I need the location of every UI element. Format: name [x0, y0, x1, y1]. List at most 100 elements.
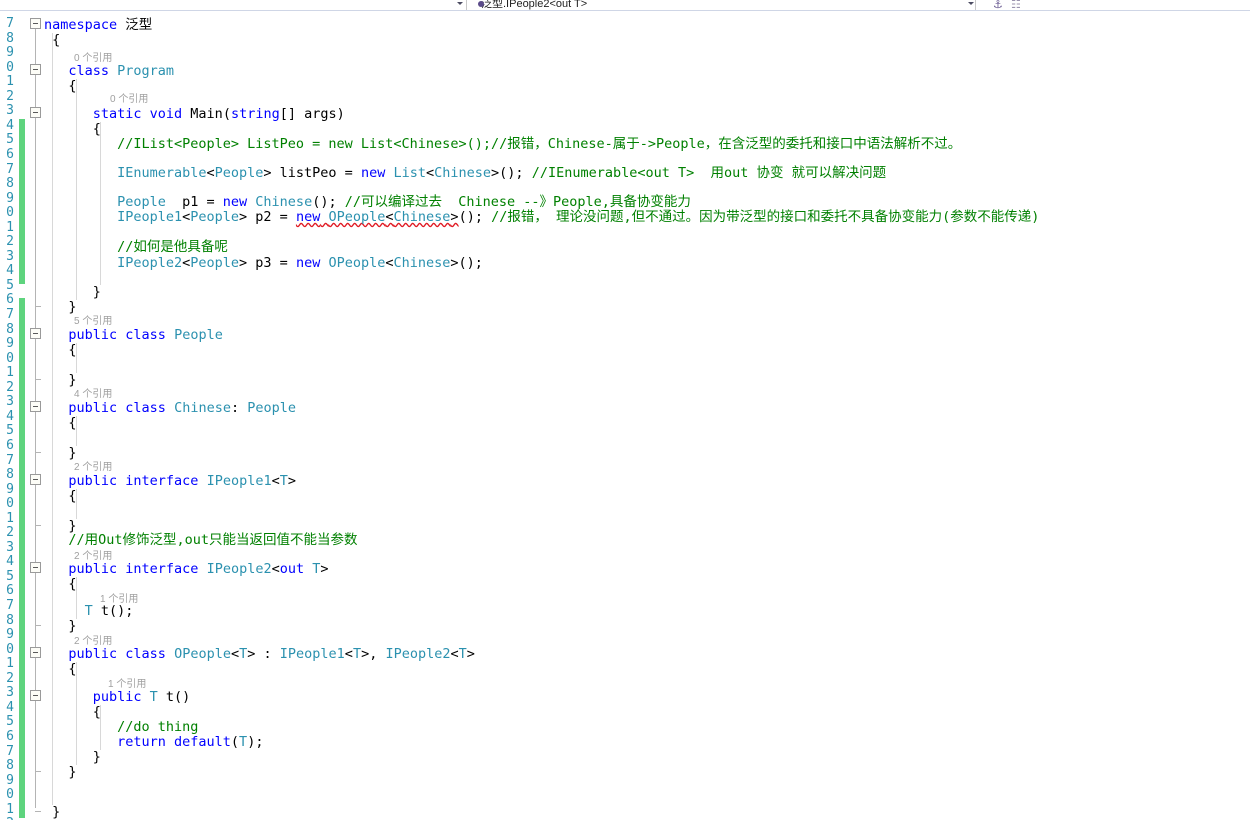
code-line[interactable]: } — [68, 446, 76, 461]
code-token: new — [295, 255, 321, 271]
collapse-minus-icon[interactable] — [30, 328, 41, 339]
code-editor[interactable]: 7890123456789012345678901234567890123456… — [0, 11, 1250, 820]
code-line[interactable]: } — [93, 750, 101, 765]
outlining-end-tick — [35, 379, 41, 380]
code-line[interactable]: //用Out修饰泛型,out只能当返回值不能当参数 — [68, 533, 357, 548]
line-number: 4 — [6, 554, 14, 570]
code-token: IPeople2 — [385, 646, 451, 662]
collapse-minus-icon[interactable] — [30, 64, 41, 75]
line-number: 0 — [6, 205, 14, 221]
line-number: 7 — [6, 598, 14, 613]
line-number: 9 — [6, 45, 14, 61]
line-number: 2 — [6, 525, 14, 541]
code-token: Chinese — [255, 194, 313, 210]
indent-guide-line — [76, 416, 77, 446]
collapse-minus-icon[interactable] — [30, 562, 41, 573]
code-line[interactable]: } — [52, 805, 60, 820]
type-scope-dropdown[interactable]: 泛型.IPeople2<out T> — [466, 0, 976, 10]
line-number: 6 — [6, 437, 14, 453]
code-line[interactable]: T t(); — [85, 604, 134, 619]
code-token: //IEnumerable<out T> 用out 协变 就可以解决问题 — [531, 165, 887, 181]
line-number: 9 — [6, 772, 14, 788]
code-line[interactable]: //do thing — [117, 720, 198, 735]
chevron-down-icon[interactable] — [457, 2, 463, 5]
code-line[interactable]: IPeople1<People> p2 = new OPeople<Chines… — [117, 210, 1039, 225]
anchor-icon[interactable]: ⚓ — [993, 0, 1003, 10]
code-line[interactable]: } — [68, 765, 76, 780]
collapse-minus-icon[interactable] — [30, 107, 41, 118]
collapse-minus-icon[interactable] — [30, 690, 41, 701]
code-line[interactable]: People p1 = new Chinese(); //可以编译过去 Chin… — [117, 195, 691, 210]
line-number: 0 — [6, 641, 14, 657]
code-token: > p2 = — [239, 209, 296, 225]
outlining-column[interactable] — [28, 11, 44, 820]
member-scope-dropdown[interactable] — [990, 0, 1248, 10]
line-number: 9 — [6, 627, 14, 643]
code-token: out — [279, 561, 305, 577]
indent-guide-line — [100, 122, 101, 285]
code-token: Chinese — [393, 255, 451, 271]
line-number: 9 — [6, 190, 14, 206]
collapse-minus-icon[interactable] — [30, 401, 41, 412]
codelens-reference-count[interactable]: 0 个引用 — [110, 94, 148, 106]
chevron-down-icon[interactable] — [968, 2, 974, 5]
code-line[interactable]: public T t() — [93, 690, 191, 705]
code-token: default — [174, 734, 231, 750]
code-token: } — [68, 618, 77, 634]
code-line[interactable]: } — [68, 300, 76, 315]
code-token: //如何是他具备呢 — [117, 239, 228, 255]
code-token: People — [247, 400, 297, 416]
line-number: 6 — [6, 583, 14, 599]
code-token: < — [230, 646, 240, 662]
code-line[interactable]: } — [68, 373, 76, 388]
code-line[interactable]: IEnumerable<People> listPeo = new List<C… — [117, 166, 886, 181]
line-number: 8 — [6, 176, 14, 192]
code-token: > — [466, 646, 475, 662]
line-number: 4 — [6, 117, 14, 133]
indent-guide-line — [76, 577, 77, 619]
line-number: 1 — [6, 510, 14, 526]
code-line[interactable]: public class Chinese: People — [68, 401, 296, 416]
code-line[interactable]: //如何是他具备呢 — [117, 240, 228, 255]
code-line[interactable]: } — [68, 619, 76, 634]
code-token: (); — [458, 209, 492, 225]
line-number: 5 — [6, 568, 14, 584]
collapse-minus-icon[interactable] — [30, 18, 41, 29]
code-token: } — [92, 749, 101, 765]
code-token: ( — [230, 734, 240, 750]
code-text-area[interactable]: 0 个引用 0 个引用 5 个引用 4 个引用 2 个引用 2 个引用 1 个引用 2 个引用… — [44, 11, 1250, 820]
code-line[interactable]: class Program — [68, 64, 174, 79]
line-number: 3 — [6, 103, 14, 119]
line-number: 2 — [6, 670, 14, 686]
code-token: void — [149, 106, 183, 122]
code-token: Chinese — [393, 209, 451, 225]
code-line[interactable]: IPeople2<People> p3 = new OPeople<Chines… — [117, 256, 483, 271]
collapse-minus-icon[interactable] — [30, 647, 41, 658]
bookmark-icon[interactable]: ☷ — [1011, 0, 1021, 10]
code-token: return — [117, 734, 166, 750]
code-line[interactable]: public interface IPeople2<out T> — [68, 562, 328, 577]
code-line[interactable]: { — [52, 33, 60, 48]
collapse-minus-icon[interactable] — [30, 474, 41, 485]
code-token: string — [230, 106, 280, 122]
code-line[interactable]: static void Main(string[] args) — [93, 107, 345, 122]
code-line[interactable]: public class OPeople<T> : IPeople1<T>, I… — [68, 647, 475, 662]
indent-guide-line — [52, 33, 53, 805]
code-line[interactable]: } — [93, 285, 101, 300]
change-bar-column — [16, 11, 28, 820]
code-token: T — [149, 689, 158, 705]
line-number-gutter: 7890123456789012345678901234567890123456… — [0, 11, 16, 820]
code-line[interactable]: //IList<People> ListPeo = new List<Chine… — [117, 137, 961, 152]
code-line[interactable]: return default(T); — [117, 735, 263, 750]
code-line[interactable]: namespace 泛型 — [44, 18, 152, 33]
line-number: 7 — [6, 161, 14, 177]
code-token: } — [52, 804, 61, 820]
code-line[interactable]: public interface IPeople1<T> — [68, 474, 296, 489]
code-line[interactable]: public class People — [68, 328, 222, 343]
code-token: > — [320, 561, 329, 577]
code-token: class — [68, 63, 109, 79]
outlining-end-tick — [35, 525, 41, 526]
interface-icon — [478, 1, 484, 7]
